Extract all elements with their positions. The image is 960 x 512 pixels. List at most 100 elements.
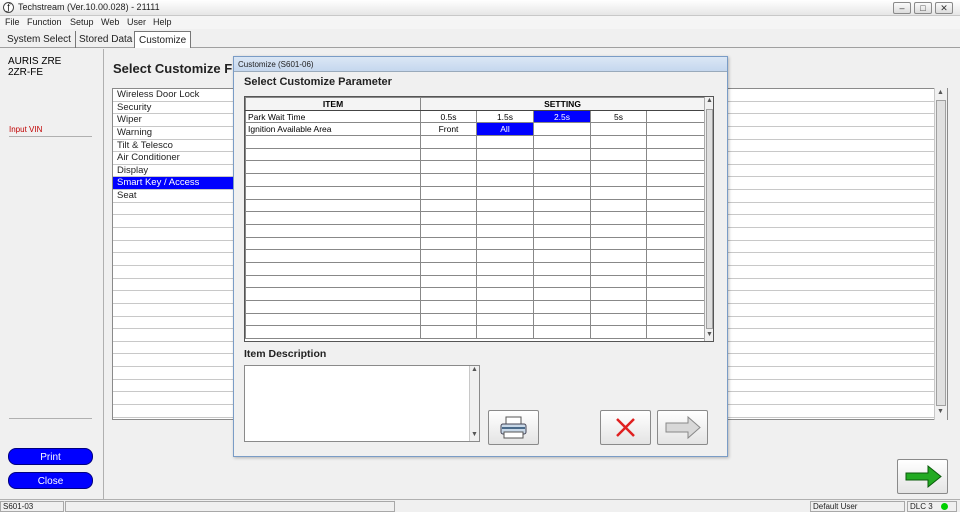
empty-grid-cell: [533, 135, 591, 149]
category-empty-row: [113, 329, 235, 342]
scroll-up-icon[interactable]: ▲: [937, 89, 944, 96]
menu-setup[interactable]: Setup: [70, 17, 94, 27]
empty-grid-cell: [590, 274, 647, 289]
parameter-item-name: Park Wait Time: [245, 109, 421, 124]
grid-scroll-thumb[interactable]: [706, 109, 713, 329]
category-item[interactable]: Warning: [113, 127, 235, 140]
category-item[interactable]: Air Conditioner: [113, 152, 235, 165]
item-description-text: [245, 366, 479, 370]
category-item[interactable]: Seat: [113, 190, 235, 203]
empty-grid-cell: [420, 198, 477, 213]
empty-grid-cell: [590, 198, 647, 213]
menu-file[interactable]: File: [5, 17, 20, 27]
connection-led-icon: [941, 503, 948, 510]
category-item[interactable]: Security: [113, 102, 235, 115]
print-button[interactable]: Print: [8, 448, 93, 465]
status-connection: DLC 3: [907, 501, 957, 512]
empty-grid-cell: [533, 236, 591, 251]
empty-grid-cell: [476, 312, 534, 327]
setting-option: [590, 122, 647, 137]
parameter-empty-row: [726, 228, 947, 241]
setting-option[interactable]: 5s: [590, 109, 647, 124]
empty-grid-cell: [533, 325, 591, 340]
next-button[interactable]: [897, 459, 948, 494]
setting-option[interactable]: Front: [420, 122, 477, 137]
vehicle-panel: AURIS ZRE 2ZR-FE Input VIN Print Close: [0, 49, 104, 499]
category-item[interactable]: Smart Key / Access: [113, 177, 235, 191]
empty-grid-cell: [533, 211, 591, 225]
menu-function[interactable]: Function: [27, 17, 62, 27]
empty-grid-cell: [645, 135, 706, 149]
desc-scroll-up-icon[interactable]: ▲: [471, 366, 478, 373]
category-empty-row: [113, 354, 235, 368]
category-empty-row: [113, 291, 235, 304]
menu-web[interactable]: Web: [101, 17, 119, 27]
empty-grid-cell: [245, 312, 421, 327]
category-empty-row: [113, 342, 235, 355]
close-button[interactable]: Close: [8, 472, 93, 489]
tab-customize[interactable]: Customize: [134, 31, 192, 48]
empty-grid-cell: [476, 300, 534, 314]
app-icon: ƒ: [3, 2, 14, 13]
setting-option[interactable]: 1.5s: [476, 109, 534, 124]
minimize-button[interactable]: –: [893, 2, 911, 14]
empty-grid-row: [245, 135, 706, 149]
empty-grid-cell: [476, 147, 534, 162]
setting-option[interactable]: 0.5s: [420, 109, 477, 124]
cancel-button[interactable]: [600, 410, 651, 445]
category-item[interactable]: Wireless Door Lock: [113, 89, 235, 102]
close-window-button[interactable]: ✕: [935, 2, 953, 14]
parameter-list: [726, 88, 948, 420]
setting-option[interactable]: 2.5s: [533, 109, 591, 124]
empty-grid-cell: [420, 274, 477, 289]
empty-grid-cell: [645, 287, 706, 301]
empty-grid-cell: [590, 211, 647, 225]
empty-grid-cell: [245, 300, 421, 314]
empty-grid-row: [245, 261, 706, 276]
tab-system-select[interactable]: System Select: [3, 31, 76, 48]
grid-scroll-up-icon[interactable]: ▲: [706, 97, 713, 104]
empty-grid-cell: [420, 160, 477, 175]
empty-grid-cell: [645, 236, 706, 251]
menu-help[interactable]: Help: [153, 17, 172, 27]
next-button-disabled[interactable]: [657, 410, 708, 445]
grid-scroll-down-icon[interactable]: ▼: [706, 331, 713, 338]
category-item[interactable]: Display: [113, 165, 235, 178]
list-scrollbar[interactable]: ▲ ▼: [934, 88, 947, 420]
category-item[interactable]: Tilt & Telesco: [113, 140, 235, 153]
print-dialog-button[interactable]: [488, 410, 539, 445]
empty-grid-cell: [645, 173, 706, 187]
category-item[interactable]: Wiper: [113, 114, 235, 127]
empty-grid-cell: [420, 249, 477, 263]
empty-grid-cell: [590, 236, 647, 251]
panel-divider: [9, 418, 92, 419]
vin-divider: [9, 136, 92, 137]
empty-grid-cell: [590, 287, 647, 301]
scroll-down-icon[interactable]: ▼: [937, 408, 944, 415]
grid-scrollbar[interactable]: ▲ ▼: [704, 97, 713, 341]
maximize-button[interactable]: □: [914, 2, 932, 14]
parameter-row: Ignition Available Area Front All: [245, 122, 706, 137]
empty-grid-cell: [645, 261, 706, 276]
empty-grid-cell: [645, 223, 706, 238]
menu-user[interactable]: User: [127, 17, 146, 27]
empty-grid-cell: [420, 325, 477, 340]
empty-grid-cell: [245, 185, 421, 200]
setting-option[interactable]: All: [476, 122, 534, 137]
empty-grid-cell: [476, 185, 534, 200]
empty-grid-cell: [245, 249, 421, 263]
empty-grid-cell: [533, 185, 591, 200]
empty-grid-cell: [533, 147, 591, 162]
tab-stored-data[interactable]: Stored Data: [75, 31, 138, 48]
description-scrollbar[interactable]: ▲ ▼: [469, 366, 479, 441]
status-code: S601-03: [0, 501, 64, 512]
empty-grid-cell: [476, 173, 534, 187]
empty-grid-cell: [533, 274, 591, 289]
scroll-thumb[interactable]: [936, 100, 946, 406]
parameter-empty-row: [726, 304, 947, 317]
empty-grid-cell: [476, 236, 534, 251]
input-vin-link[interactable]: Input VIN: [9, 125, 42, 134]
empty-grid-cell: [645, 185, 706, 200]
parameter-empty-row: [726, 405, 947, 418]
desc-scroll-down-icon[interactable]: ▼: [471, 431, 478, 438]
